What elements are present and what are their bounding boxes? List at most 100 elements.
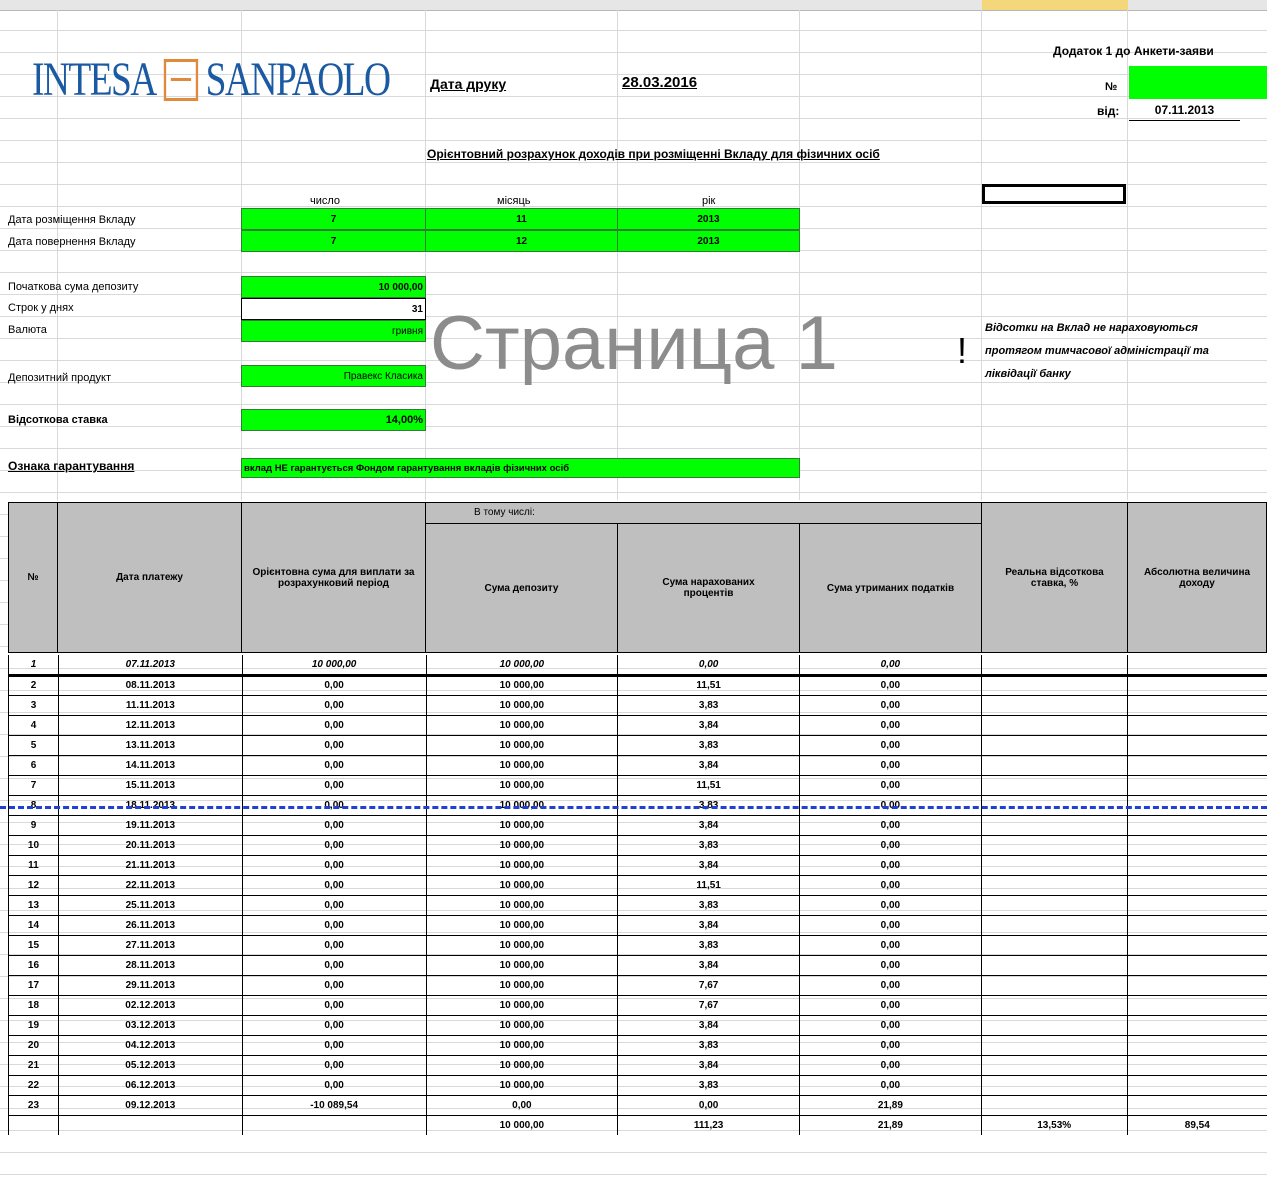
table-cell[interactable]: 16 — [8, 955, 59, 976]
table-cell[interactable] — [1126, 655, 1267, 677]
table-cell[interactable]: 08.11.2013 — [57, 675, 243, 696]
table-cell[interactable]: 0,00 — [799, 1035, 982, 1056]
totals-cell[interactable]: 21,89 — [799, 1115, 982, 1135]
table-cell[interactable] — [1126, 1015, 1267, 1036]
table-cell[interactable]: 3,84 — [617, 755, 800, 776]
table-row[interactable]: 5 13.11.2013 0,00 10 000,00 3,83 0,00 — [8, 735, 1267, 756]
table-cell[interactable]: 10 000,00 — [425, 995, 618, 1016]
table-cell[interactable]: 10 000,00 — [425, 955, 618, 976]
print-date-value[interactable]: 28.03.2016 — [622, 74, 697, 91]
table-cell[interactable]: 13.11.2013 — [57, 735, 243, 756]
table-cell[interactable]: 7 — [8, 775, 59, 796]
table-cell[interactable]: 3,84 — [617, 1055, 800, 1076]
table-cell[interactable]: 6 — [8, 755, 59, 776]
table-row[interactable]: 7 15.11.2013 0,00 10 000,00 11,51 0,00 — [8, 775, 1267, 796]
col-header-interest[interactable]: Сума нарахованих процентів — [617, 523, 800, 653]
table-cell[interactable]: 13 — [8, 895, 59, 916]
table-cell[interactable]: 1 — [8, 655, 59, 677]
table-cell[interactable]: 0,00 — [241, 815, 426, 836]
table-cell[interactable] — [980, 835, 1128, 856]
table-cell[interactable] — [1126, 1075, 1267, 1096]
table-cell[interactable]: 3,84 — [617, 955, 800, 976]
table-cell[interactable]: 20 — [8, 1035, 59, 1056]
table-cell[interactable] — [980, 735, 1128, 756]
table-cell[interactable]: 3,84 — [617, 915, 800, 936]
table-row[interactable]: 9 19.11.2013 0,00 10 000,00 3,84 0,00 — [8, 815, 1267, 836]
table-cell[interactable]: 0,00 — [241, 795, 426, 816]
table-cell[interactable]: 0,00 — [241, 1035, 426, 1056]
table-cell[interactable] — [1126, 755, 1267, 776]
table-cell[interactable]: 0,00 — [799, 995, 982, 1016]
table-cell[interactable]: 10 000,00 — [425, 855, 618, 876]
table-cell[interactable]: 20.11.2013 — [57, 835, 243, 856]
table-cell[interactable]: 10 000,00 — [241, 655, 426, 677]
table-cell[interactable]: 28.11.2013 — [57, 955, 243, 976]
table-cell[interactable]: 11 — [8, 855, 59, 876]
table-cell[interactable] — [1126, 915, 1267, 936]
table-cell[interactable]: 0,00 — [799, 655, 982, 677]
table-cell[interactable]: 0,00 — [799, 855, 982, 876]
table-cell[interactable]: 4 — [8, 715, 59, 736]
active-cell-cursor[interactable] — [982, 184, 1126, 204]
table-cell[interactable]: 11,51 — [617, 775, 800, 796]
table-cell[interactable]: 10 000,00 — [425, 975, 618, 996]
table-row[interactable]: 13 25.11.2013 0,00 10 000,00 3,83 0,00 — [8, 895, 1267, 916]
table-cell[interactable]: 0,00 — [799, 755, 982, 776]
col-header-deposit-sum[interactable]: Сума депозиту — [425, 523, 618, 653]
table-cell[interactable] — [980, 815, 1128, 836]
placement-year-field[interactable]: 2013 — [617, 208, 800, 230]
table-row[interactable]: 18 02.12.2013 0,00 10 000,00 7,67 0,00 — [8, 995, 1267, 1016]
table-cell[interactable] — [980, 915, 1128, 936]
table-cell[interactable] — [1126, 675, 1267, 696]
table-cell[interactable]: 10 000,00 — [425, 695, 618, 716]
table-cell[interactable] — [980, 955, 1128, 976]
table-cell[interactable]: 0,00 — [241, 875, 426, 896]
table-cell[interactable]: 10 — [8, 835, 59, 856]
table-cell[interactable]: 3 — [8, 695, 59, 716]
table-cell[interactable] — [980, 1015, 1128, 1036]
table-cell[interactable]: 0,00 — [241, 755, 426, 776]
table-cell[interactable]: 0,00 — [241, 715, 426, 736]
table-cell[interactable]: 29.11.2013 — [57, 975, 243, 996]
totals-cell[interactable]: 111,23 — [617, 1115, 800, 1135]
table-cell[interactable]: 10 000,00 — [425, 915, 618, 936]
rate-field[interactable]: 14,00% — [241, 409, 426, 431]
initial-sum-field[interactable]: 10 000,00 — [241, 276, 426, 298]
table-cell[interactable] — [980, 715, 1128, 736]
table-cell[interactable]: 07.11.2013 — [57, 655, 243, 677]
table-cell[interactable] — [1126, 835, 1267, 856]
table-cell[interactable] — [980, 1075, 1128, 1096]
table-cell[interactable]: 04.12.2013 — [57, 1035, 243, 1056]
table-cell[interactable] — [1126, 1055, 1267, 1076]
table-cell[interactable]: 0,00 — [241, 775, 426, 796]
table-cell[interactable]: 21 — [8, 1055, 59, 1076]
table-cell[interactable] — [980, 755, 1128, 776]
table-cell[interactable]: 10 000,00 — [425, 755, 618, 776]
table-cell[interactable]: 10 000,00 — [425, 735, 618, 756]
table-cell[interactable]: 3,83 — [617, 735, 800, 756]
table-cell[interactable]: 09.12.2013 — [57, 1095, 243, 1116]
return-year-field[interactable]: 2013 — [617, 230, 800, 252]
table-cell[interactable] — [980, 655, 1128, 677]
table-cell[interactable]: 9 — [8, 815, 59, 836]
table-cell[interactable]: 0,00 — [617, 1095, 800, 1116]
table-cell[interactable]: 25.11.2013 — [57, 895, 243, 916]
table-cell[interactable]: 18.11.2013 — [57, 795, 243, 816]
table-row[interactable]: 17 29.11.2013 0,00 10 000,00 7,67 0,00 — [8, 975, 1267, 996]
col-header-real-rate[interactable]: Реальна відсоткова ставка, % — [981, 502, 1128, 653]
table-cell[interactable]: 3,83 — [617, 835, 800, 856]
table-cell[interactable]: 10 000,00 — [425, 1035, 618, 1056]
table-cell[interactable]: 7,67 — [617, 995, 800, 1016]
table-cell[interactable]: 19.11.2013 — [57, 815, 243, 836]
table-row[interactable]: 8 18.11.2013 0,00 10 000,00 3,83 0,00 — [8, 795, 1267, 816]
table-cell[interactable]: 0,00 — [799, 695, 982, 716]
table-cell[interactable]: 10 000,00 — [425, 895, 618, 916]
table-cell[interactable]: 0,00 — [241, 855, 426, 876]
table-cell[interactable]: 0,00 — [799, 975, 982, 996]
table-cell[interactable]: 8 — [8, 795, 59, 816]
table-cell[interactable]: 21,89 — [799, 1095, 982, 1116]
table-cell[interactable]: 12.11.2013 — [57, 715, 243, 736]
table-cell[interactable] — [1126, 735, 1267, 756]
col-header-number[interactable]: № — [8, 502, 58, 653]
table-cell[interactable] — [1126, 775, 1267, 796]
